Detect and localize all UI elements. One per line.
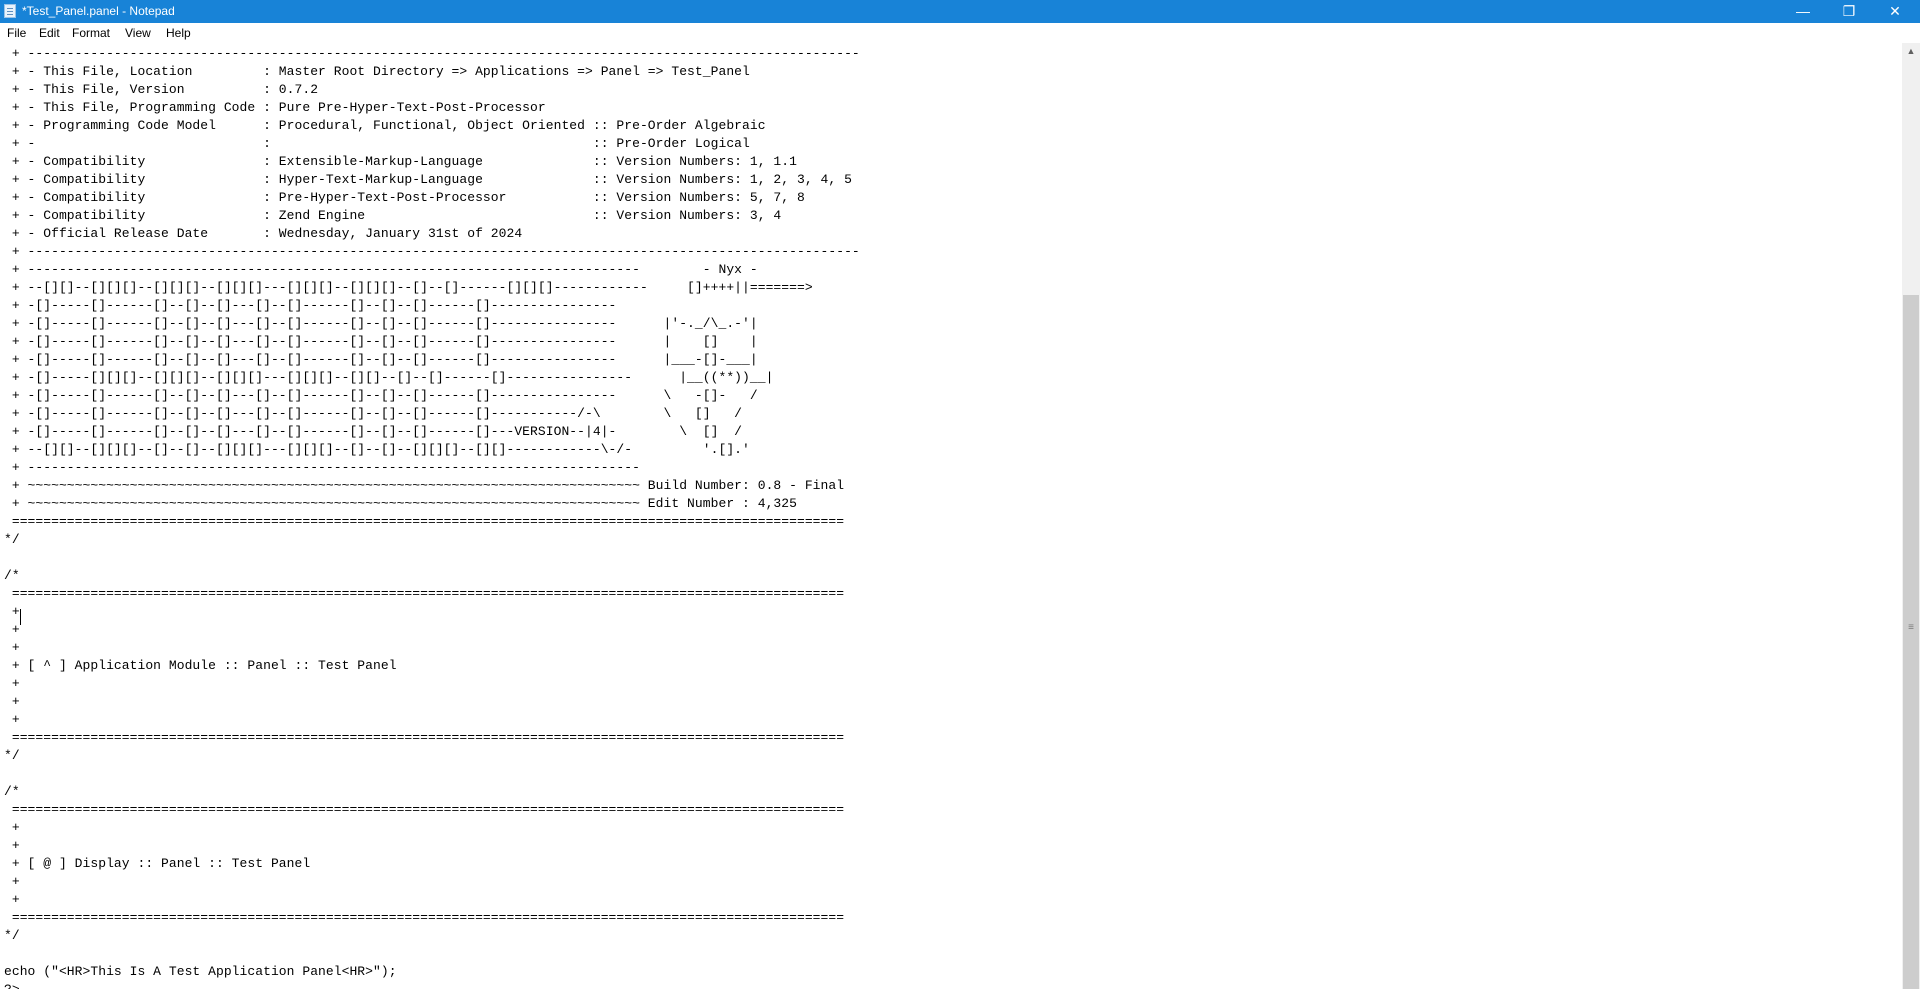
window-title: *Test_Panel.panel - Notepad — [22, 4, 175, 18]
text-editor[interactable]: + --------------------------------------… — [0, 43, 1902, 989]
vertical-scrollbar[interactable]: ▲ ≡ — [1902, 43, 1920, 989]
scroll-up-arrow-icon[interactable]: ▲ — [1902, 43, 1920, 60]
close-button[interactable]: ✕ — [1872, 0, 1918, 23]
title-bar: *Test_Panel.panel - Notepad — ❐ ✕ — [0, 0, 1920, 23]
minimize-button[interactable]: — — [1780, 0, 1826, 23]
menu-edit[interactable]: Edit — [39, 25, 60, 41]
menu-view[interactable]: View — [125, 25, 151, 41]
text-caret — [20, 609, 21, 625]
notepad-icon — [4, 4, 16, 18]
scroll-thumb[interactable] — [1903, 295, 1919, 989]
scroll-grip-icon: ≡ — [1908, 622, 1914, 633]
editor-text[interactable]: + --------------------------------------… — [4, 45, 860, 989]
menu-help[interactable]: Help — [166, 25, 191, 41]
menu-format[interactable]: Format — [72, 25, 110, 41]
menu-bar: File Edit Format View Help — [0, 23, 1920, 43]
restore-button[interactable]: ❐ — [1826, 0, 1872, 23]
menu-file[interactable]: File — [7, 25, 26, 41]
